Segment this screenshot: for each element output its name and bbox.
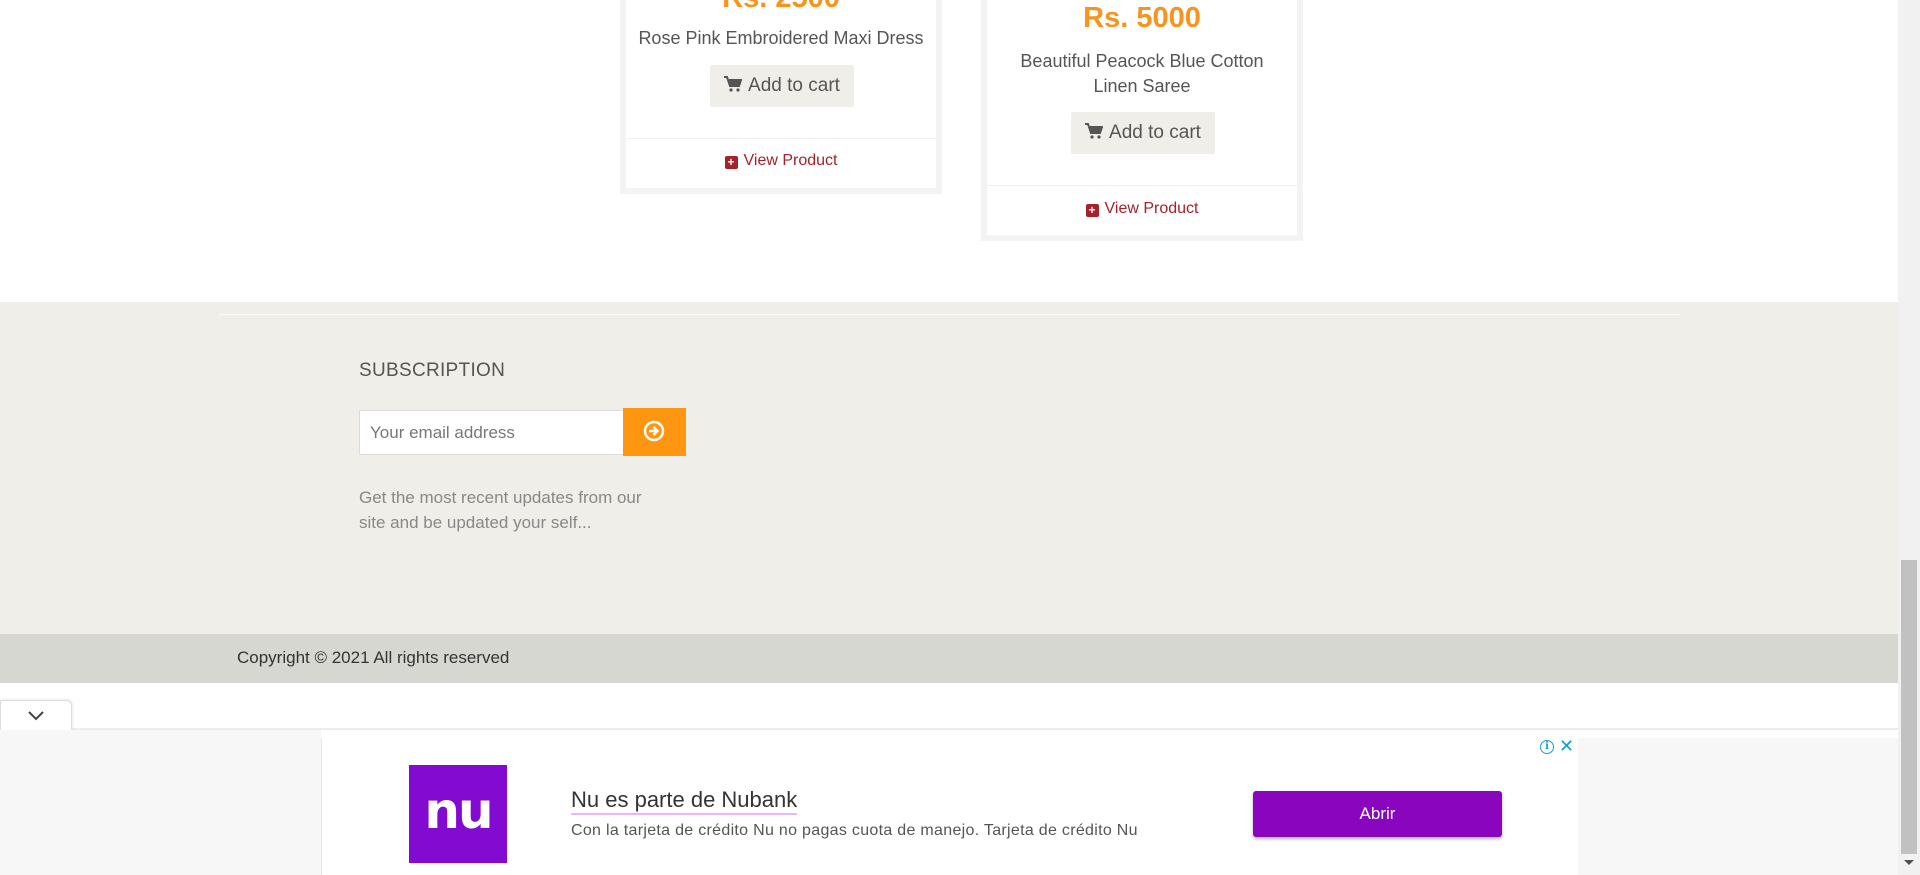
view-product-label: View Product: [1104, 200, 1199, 217]
product-price: Rs. 2500: [626, 0, 936, 15]
ad-side-panel-left: [0, 730, 321, 875]
product-name[interactable]: Beautiful Peacock Blue Cotton Linen Sare…: [997, 49, 1287, 99]
plus-square-icon: +: [1085, 204, 1099, 217]
ad-info-icon[interactable]: i: [1540, 740, 1554, 754]
scroll-down-arrow-icon[interactable]: [1904, 860, 1914, 865]
product-price: Rs. 5000: [1083, 2, 1201, 34]
add-to-cart-label: Add to cart: [1109, 122, 1201, 143]
view-product-link[interactable]: + View Product: [626, 152, 936, 170]
chevron-down-icon: [28, 711, 44, 721]
plus-square-icon: +: [724, 156, 738, 169]
add-to-cart-button[interactable]: Add to cart: [710, 65, 854, 107]
copyright-bar: Copyright © 2021 All rights reserved: [0, 634, 1898, 683]
ad-top-border: [72, 728, 1898, 730]
ad-side-panel-right: [1578, 738, 1898, 875]
nubank-logo[interactable]: nu: [409, 765, 507, 863]
cart-icon: [724, 76, 743, 92]
product-card-body: Rs. 5000 Beautiful Peacock Blue Cotton L…: [987, 0, 1297, 235]
ad-headline[interactable]: Nu es parte de Nubank: [571, 787, 798, 815]
vertical-scrollbar[interactable]: [1898, 0, 1920, 875]
cart-icon: [1085, 123, 1104, 139]
ad-open-button[interactable]: Abrir: [1253, 791, 1502, 837]
email-input[interactable]: [359, 410, 624, 455]
ad-collapse-toggle[interactable]: [0, 700, 72, 730]
subscription-title: SUBSCRIPTION: [359, 360, 506, 381]
card-divider: [626, 138, 936, 139]
add-to-cart-label: Add to cart: [748, 75, 840, 96]
view-product-link[interactable]: + View Product: [987, 200, 1297, 218]
ad-close-icon[interactable]: ✕: [1559, 736, 1574, 756]
product-card: Rs. 5000 Beautiful Peacock Blue Cotton L…: [981, 0, 1303, 241]
footer: SUBSCRIPTION Get the most recent updates…: [0, 302, 1898, 634]
subscribe-button[interactable]: [623, 408, 686, 456]
ad-description: Con la tarjeta de crédito Nu no pagas cu…: [571, 822, 1138, 839]
scrollbar-thumb[interactable]: [1901, 560, 1917, 854]
product-card: Rs. 2500 Rose Pink Embroidered Maxi Dres…: [620, 0, 942, 194]
arrow-circle-right-icon: [643, 420, 665, 442]
footer-divider: [218, 314, 1680, 315]
product-card-body: Rs. 2500 Rose Pink Embroidered Maxi Dres…: [626, 0, 936, 188]
copyright-text: Copyright © 2021 All rights reserved: [237, 648, 510, 667]
product-name[interactable]: Rose Pink Embroidered Maxi Dress: [636, 26, 926, 51]
page: Rs. 2500 Rose Pink Embroidered Maxi Dres…: [0, 0, 1920, 875]
add-to-cart-button[interactable]: Add to cart: [1071, 112, 1215, 154]
view-product-label: View Product: [743, 152, 838, 169]
subscription-description: Get the most recent updates from our sit…: [359, 488, 642, 532]
card-divider: [987, 185, 1297, 186]
